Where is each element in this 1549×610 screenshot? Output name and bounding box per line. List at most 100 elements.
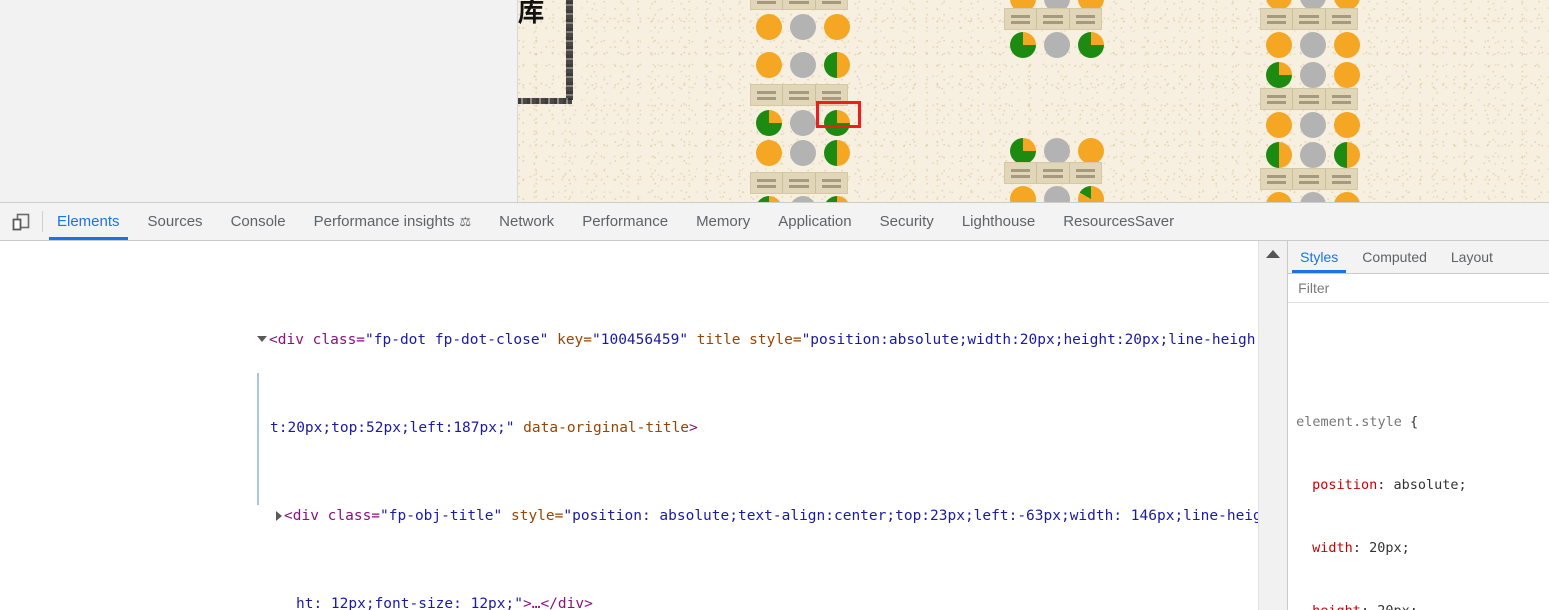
status-dot[interactable]	[1334, 142, 1360, 168]
dom-text: <div class=	[269, 332, 366, 348]
status-dot[interactable]	[1266, 142, 1292, 168]
status-dot[interactable]	[1044, 32, 1070, 58]
css-value[interactable]: absolute	[1393, 477, 1458, 493]
status-dot[interactable]	[1300, 32, 1326, 58]
css-selector[interactable]: element.style	[1296, 414, 1402, 430]
tab-label: Performance	[582, 213, 669, 230]
status-dot[interactable]	[1334, 32, 1360, 58]
rack[interactable]	[1260, 8, 1358, 30]
status-dot[interactable]	[1078, 138, 1104, 164]
status-dot[interactable]	[790, 110, 816, 136]
status-dot[interactable]	[756, 52, 782, 78]
tab-console[interactable]: Console	[217, 203, 300, 240]
tab-layout[interactable]: Layout	[1439, 241, 1505, 273]
css-rule[interactable]: element.style { position: absolute; widt…	[1288, 366, 1549, 610]
tab-sources[interactable]: Sources	[134, 203, 217, 240]
status-dot[interactable]	[756, 14, 782, 40]
status-dot[interactable]	[1078, 32, 1104, 58]
status-dot[interactable]	[1044, 138, 1070, 164]
status-dot[interactable]	[1044, 186, 1070, 202]
tab-label: Styles	[1300, 249, 1339, 265]
status-dot[interactable]	[1078, 186, 1104, 202]
tab-computed[interactable]: Computed	[1350, 241, 1439, 273]
tab-security[interactable]: Security	[866, 203, 948, 240]
rack-cell	[783, 0, 816, 9]
status-dot[interactable]	[824, 52, 850, 78]
dom-row[interactable]: <div class="fp-obj-title" style="positio…	[0, 505, 1262, 527]
status-dot[interactable]	[1300, 62, 1326, 88]
tab-application[interactable]: Application	[764, 203, 865, 240]
rack[interactable]	[750, 0, 848, 10]
styles-filter-input[interactable]	[1296, 279, 1541, 297]
tab-performance[interactable]: Performance	[568, 203, 682, 240]
rack-cell	[1005, 163, 1038, 183]
status-dot[interactable]	[1300, 142, 1326, 168]
status-dot[interactable]	[1266, 192, 1292, 202]
rack[interactable]	[1260, 88, 1358, 110]
expand-triangle-icon[interactable]	[257, 336, 267, 342]
tab-network[interactable]: Network	[485, 203, 568, 240]
styles-filter-row	[1288, 274, 1549, 303]
devtools-tabbar: Elements Sources Console Performance ins…	[0, 203, 1549, 241]
dom-tree-pane[interactable]: <div class="fp-dot fp-dot-close" key="10…	[0, 241, 1288, 610]
tab-label: Elements	[57, 213, 120, 230]
tab-label: Sources	[147, 213, 203, 230]
status-dot[interactable]	[1334, 62, 1360, 88]
wall-segment-vertical	[566, 0, 573, 100]
dom-text: style=	[510, 508, 564, 524]
status-dot[interactable]	[790, 140, 816, 166]
tab-elements[interactable]: Elements	[43, 203, 134, 240]
warehouse-floor-canvas[interactable]: 库	[518, 0, 1549, 202]
rack-cell	[751, 0, 784, 9]
rack-cell	[783, 173, 816, 193]
rack-cell	[1326, 89, 1357, 109]
rack-cell	[1261, 9, 1294, 29]
tab-memory[interactable]: Memory	[682, 203, 764, 240]
expand-triangle-icon[interactable]	[276, 511, 282, 521]
status-dot[interactable]	[756, 140, 782, 166]
tab-resources-saver[interactable]: ResourcesSaver	[1049, 203, 1188, 240]
scroll-up-arrow-icon[interactable]	[1266, 250, 1281, 258]
rack[interactable]	[750, 172, 848, 194]
rack[interactable]	[1004, 162, 1102, 184]
selection-highlight-box	[816, 101, 861, 128]
status-dot[interactable]	[1334, 192, 1360, 202]
status-dot[interactable]	[1010, 138, 1036, 164]
status-dot[interactable]	[1010, 186, 1036, 202]
css-property[interactable]: width	[1296, 540, 1353, 556]
css-value[interactable]: 20px	[1369, 540, 1402, 556]
status-dot[interactable]	[1266, 112, 1292, 138]
status-dot[interactable]	[824, 140, 850, 166]
dom-row[interactable]: t:20px;top:52px;left:187px;" data-origin…	[0, 417, 1259, 439]
status-dot[interactable]	[790, 52, 816, 78]
rack-cell	[1261, 89, 1294, 109]
tab-label: Network	[499, 213, 555, 230]
status-dot[interactable]	[1300, 112, 1326, 138]
status-dot[interactable]	[1010, 32, 1036, 58]
tab-label: Security	[879, 213, 934, 230]
tab-performance-insights[interactable]: Performance insights ⚖	[300, 203, 486, 240]
css-property[interactable]: position	[1296, 477, 1377, 493]
dom-row[interactable]: <div class="fp-dot fp-dot-close" key="10…	[0, 329, 1259, 351]
status-dot[interactable]	[824, 14, 850, 40]
rack[interactable]	[1260, 168, 1358, 190]
css-value[interactable]: 20px	[1377, 603, 1410, 610]
status-dot[interactable]	[1300, 192, 1326, 202]
status-dot[interactable]	[1266, 32, 1292, 58]
devtools-panel: Elements Sources Console Performance ins…	[0, 202, 1549, 610]
css-property[interactable]: height	[1296, 603, 1361, 610]
dom-text: key=	[557, 332, 593, 348]
tab-styles[interactable]: Styles	[1288, 241, 1350, 273]
device-toolbar-icon[interactable]	[0, 203, 42, 240]
status-dot[interactable]	[790, 14, 816, 40]
dom-row[interactable]: ht: 12px;font-size: 12px;">…</div>	[0, 593, 1259, 610]
status-dot[interactable]	[1266, 62, 1292, 88]
tab-lighthouse[interactable]: Lighthouse	[948, 203, 1049, 240]
status-dot[interactable]	[1334, 112, 1360, 138]
dom-tree-scrollbar[interactable]	[1258, 241, 1288, 610]
styles-pane: Styles Computed Layout element.style { p…	[1287, 241, 1549, 610]
rack-cell	[1261, 169, 1294, 189]
tab-label: ResourcesSaver	[1063, 213, 1175, 230]
rack[interactable]	[1004, 8, 1102, 30]
status-dot[interactable]	[756, 110, 782, 136]
